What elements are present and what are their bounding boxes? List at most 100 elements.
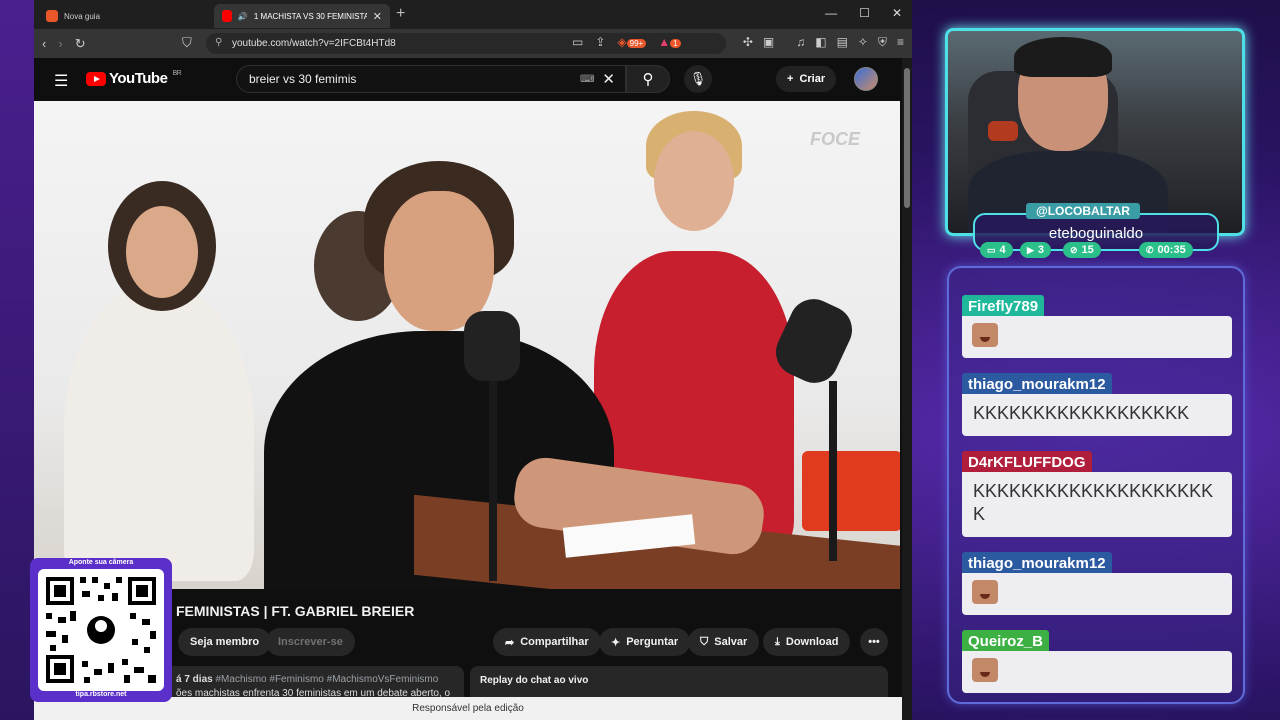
- reload-icon[interactable]: ↻: [75, 36, 86, 52]
- tab-new[interactable]: Nova guia: [38, 4, 214, 28]
- site-info-icon[interactable]: ⚲: [215, 37, 222, 48]
- video-face-left: [126, 206, 198, 298]
- youtube-play-icon: [86, 71, 106, 86]
- stat-timer: ✆ 00:35: [1139, 242, 1193, 258]
- streamer-handle: @LOCOBALTAR: [1026, 203, 1140, 219]
- vpn-icon[interactable]: ⛨: [878, 35, 887, 50]
- chat-icon: ▭: [987, 244, 996, 255]
- whatsapp-icon: ✆: [1146, 244, 1154, 255]
- keyboard-icon[interactable]: ⌨: [580, 74, 594, 85]
- subscribe-label: Inscrever-se: [278, 636, 343, 648]
- qr-code: [38, 569, 164, 691]
- url-text: youtube.com/watch?v=2IFCBt4HTd8: [232, 38, 396, 49]
- stat-link: ⊘ 15: [1063, 242, 1101, 258]
- emote-icon: [972, 658, 998, 682]
- video-woman-left: [64, 281, 254, 581]
- qr-code-graphic: [46, 577, 156, 683]
- cam-chair-accent: [988, 121, 1018, 141]
- chat-username: thiago_mourakm12: [962, 373, 1112, 395]
- plus-icon: +: [787, 73, 794, 85]
- browser-toolbar: ‹ › ↻ ⛉ ⚲ youtube.com/watch?v=2IFCBt4HTd…: [34, 29, 912, 58]
- share-icon[interactable]: ⇪: [595, 35, 605, 49]
- tab-label: Nova guia: [64, 11, 101, 21]
- music-icon[interactable]: ♫: [796, 35, 805, 50]
- speaker-icon[interactable]: 🔊: [238, 12, 248, 21]
- qr-title: Aponte sua câmera: [68, 559, 134, 566]
- link-icon: ⊘: [1070, 244, 1078, 255]
- save-button[interactable]: ⛉ Salvar: [688, 628, 760, 656]
- screenshot-icon[interactable]: ▣: [763, 35, 774, 50]
- hashtags[interactable]: #Machismo #Feminismo #MachismoVsFeminism…: [215, 674, 438, 685]
- join-button[interactable]: Seja membro: [178, 628, 272, 656]
- wallet-icon[interactable]: ▤: [837, 35, 848, 50]
- ai-icon[interactable]: ✧: [858, 35, 868, 50]
- ask-button[interactable]: ✦ Perguntar: [599, 628, 691, 656]
- download-icon: ⤓: [775, 635, 780, 648]
- share-label: Compartilhar: [520, 636, 589, 648]
- save-icon: ⛉: [700, 635, 709, 648]
- sidebar-icon[interactable]: ◧: [815, 35, 826, 50]
- chat-replay-label: Replay do chat ao vivo: [480, 675, 589, 686]
- stat-value: 00:35: [1157, 244, 1186, 256]
- stat-value: 3: [1037, 244, 1045, 256]
- search-query: breier vs 30 femimis: [249, 72, 357, 86]
- logo-text: YouTube: [109, 70, 168, 87]
- share-button[interactable]: ➦ Compartilhar: [493, 628, 601, 656]
- brave-icon: [46, 10, 58, 22]
- video-mic-stand-right: [829, 381, 837, 561]
- more-actions-button[interactable]: •••: [860, 628, 888, 656]
- cam-streamer-hair: [1014, 37, 1112, 77]
- create-label: Criar: [799, 73, 826, 85]
- video-mic-stand: [489, 381, 497, 581]
- create-button[interactable]: + Criar: [776, 66, 837, 92]
- microphone-icon: 🎙: [689, 71, 707, 86]
- status-text: Responsável pela edição: [412, 703, 524, 714]
- stat-video: ▶ 3: [1020, 242, 1052, 258]
- address-actions: ▭ ⇪ ◈ 99+ ▲ 1: [572, 35, 681, 49]
- search-button[interactable]: ⚲: [626, 65, 670, 93]
- bookmark-icon[interactable]: ⛉: [182, 35, 192, 51]
- extensions-area: ✣ ▣ ♫ ◧ ▤ ✧ ⛨ ≡: [743, 35, 904, 50]
- scrollbar-thumb[interactable]: [904, 68, 910, 208]
- download-label: Download: [785, 636, 839, 648]
- new-tab-button[interactable]: +: [396, 5, 405, 23]
- back-icon[interactable]: ‹: [42, 36, 46, 51]
- extensions-icon[interactable]: ✣: [743, 35, 753, 50]
- minimize-icon[interactable]: —: [825, 6, 837, 20]
- qr-overlay: Aponte sua câmera tipa.rbstore.net: [30, 558, 172, 702]
- download-button[interactable]: ⤓ Download: [763, 628, 851, 656]
- tab-youtube[interactable]: 🔊 1 MACHISTA VS 30 FEMINISTAS | FT ✕: [214, 4, 390, 28]
- channel-watermark: FOCE: [809, 129, 860, 149]
- brave-rewards-icon[interactable]: ▲ 1: [658, 35, 681, 49]
- youtube-header: ☰ YouTube BR breier vs 30 femimis ⌨ ✕ ⚲ …: [34, 58, 902, 100]
- chat-username: D4rKFLUFFDOG: [962, 451, 1092, 473]
- close-window-icon[interactable]: ✕: [892, 6, 902, 20]
- video-speaker-face: [384, 191, 494, 331]
- video-microphone: [464, 311, 520, 381]
- maximize-icon[interactable]: ☐: [859, 6, 870, 20]
- tab-label: 1 MACHISTA VS 30 FEMINISTAS | FT: [253, 11, 367, 21]
- search-icon: ⚲: [642, 71, 654, 88]
- chat-message: KKKKKKKKKKKKKKKKKK: [962, 394, 1232, 436]
- hamburger-icon[interactable]: ☰: [54, 71, 68, 91]
- brave-shields-icon[interactable]: ◈ 99+: [617, 35, 647, 49]
- chat-message: [962, 573, 1232, 615]
- subscribe-button[interactable]: Inscrever-se: [266, 628, 355, 656]
- avatar[interactable]: [854, 67, 878, 91]
- tab-bar: Nova guia 🔊 1 MACHISTA VS 30 FEMINISTAS …: [34, 0, 912, 29]
- window-controls: — ☐ ✕: [825, 6, 902, 20]
- cast-icon[interactable]: ▭: [572, 35, 583, 49]
- menu-icon[interactable]: ≡: [897, 35, 904, 50]
- voice-search-button[interactable]: 🎙: [684, 65, 712, 93]
- clear-search-icon[interactable]: ✕: [602, 70, 615, 88]
- share-arrow-icon: ➦: [505, 636, 515, 649]
- scrollbar[interactable]: [902, 58, 912, 720]
- youtube-logo[interactable]: YouTube BR: [86, 70, 182, 87]
- close-tab-icon[interactable]: ✕: [373, 10, 382, 23]
- chat-message: [962, 651, 1232, 693]
- forward-icon[interactable]: ›: [58, 36, 62, 51]
- video-player[interactable]: FOCE: [34, 101, 900, 589]
- stat-value: 4: [999, 244, 1006, 256]
- search-input[interactable]: breier vs 30 femimis ⌨ ✕: [236, 65, 626, 93]
- qr-footer: tipa.rbstore.net: [75, 691, 127, 698]
